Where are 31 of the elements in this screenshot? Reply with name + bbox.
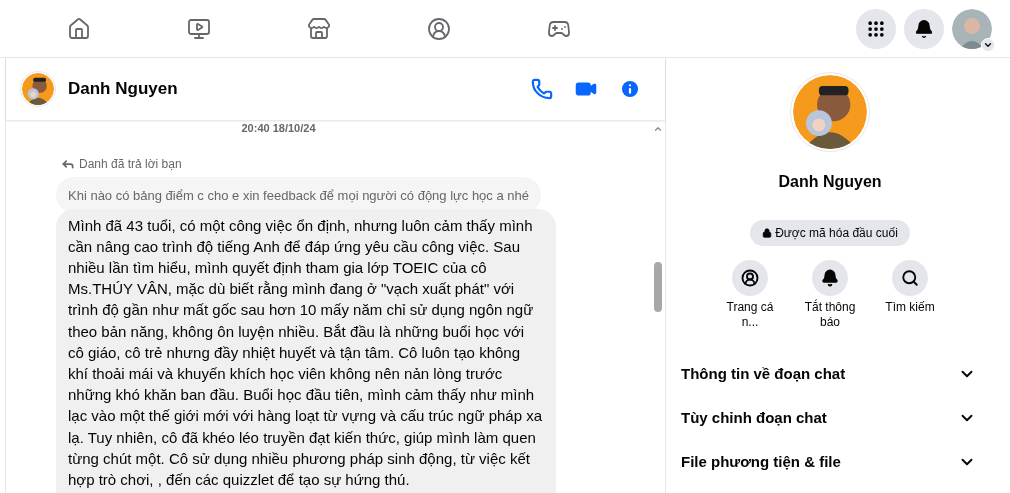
contact-name: Danh Nguyen xyxy=(68,78,178,101)
contact-avatar xyxy=(22,73,54,105)
scroll-up-icon[interactable] xyxy=(653,124,663,134)
profile-name: Danh Nguyen xyxy=(778,172,882,192)
info-icon xyxy=(619,78,641,100)
section-header[interactable]: File phương tiện & file xyxy=(681,440,976,484)
message-text: Mình đã 43 tuổi, có một công việc ổn định, nhưng luôn cảm thấy mình cần nâng cao trình độ tiếng Anh để đáp ứng yêu cầu công việc. Sau nhiều lần tìm hiểu, mình quyết định tham gia lớp TOEIC của cô Ms.THÚY VÂN, mặc dù biết rằng mình đang ở "vạch xuất phát" với trình độ gần như mất gốc sau hơn 10 mấy năm chỉ sử dụng ngôn ngữ theo bản năng, không ôn luyện nhiều. Bắt đầu là những buổi học với cô giáo, cô trẻ nhưng đầy nhiệt huyết và tận tâm. Cô luôn tạo không khí thoải mái và khuyến khích học viên không nên nản lòng trước những khó khăn ban đầu. Buổi học đầu tiên, mình cảm thấy như mình lạc vào một thế giới mới với hàng loạt từ vựng và cấu trúc ngữ pháp xa lạ. Tuy nhiên, cô đã khéo léo truyền đạt kiến thức, giúp mình làm quen từng chút một. Cô sử dụng nhiều phương pháp sinh động, từ việc kết hợp trò chơi, , đến các quizzlet để tạo sự hứng thú. xyxy=(68,215,544,490)
encryption-badge: Được mã hóa đầu cuối xyxy=(750,220,910,246)
call-button[interactable] xyxy=(531,78,553,100)
bell-icon xyxy=(821,269,839,287)
quoted-message: Khi nào có bảng điểm c cho e xin feedback để mọi người có động lực học a nhé xyxy=(68,187,529,203)
groups-icon xyxy=(427,16,451,41)
search-button[interactable]: Tìm kiếm xyxy=(873,260,947,330)
notifications-button[interactable] xyxy=(904,8,944,49)
store-icon xyxy=(307,16,331,41)
section-header[interactable]: Tùy chỉnh đoạn chat xyxy=(681,396,976,440)
search-icon xyxy=(901,269,919,287)
section-header[interactable]: Thông tin về đoạn chat xyxy=(681,352,976,396)
home-icon xyxy=(67,16,91,41)
reply-label: Danh đã trả lời bạn xyxy=(79,155,182,173)
message-timestamp: 20:40 18/10/24 xyxy=(241,121,316,136)
scrollbar-thumb[interactable] xyxy=(654,262,662,312)
phone-icon xyxy=(531,78,553,100)
grid-icon xyxy=(866,18,886,39)
mute-button[interactable]: Tắt thông báo xyxy=(793,260,867,330)
bell-icon xyxy=(914,18,934,39)
profile-button[interactable]: Trang cá n... xyxy=(713,260,787,330)
person-icon xyxy=(741,269,759,287)
menu-button[interactable] xyxy=(856,8,896,49)
video-icon xyxy=(187,16,211,41)
info-button[interactable] xyxy=(619,78,641,100)
